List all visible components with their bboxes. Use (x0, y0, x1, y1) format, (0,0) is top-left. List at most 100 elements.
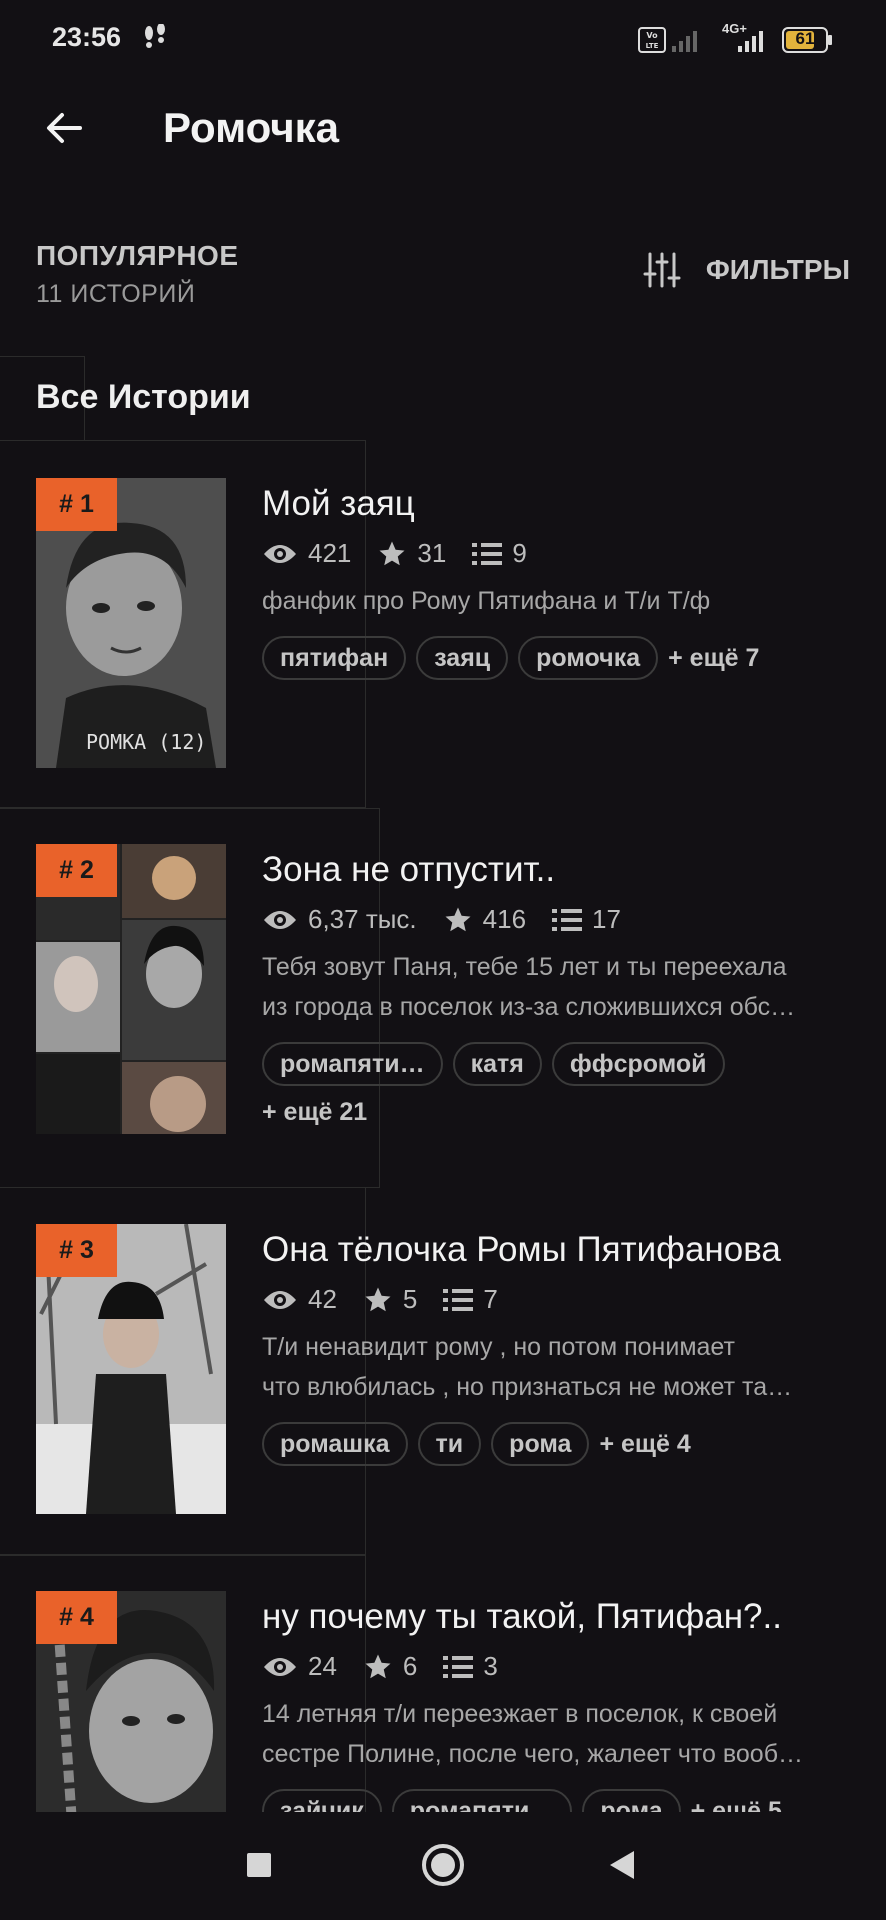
back-triangle-icon[interactable] (598, 1840, 648, 1890)
status-time: 23:56 (52, 22, 122, 52)
home-circle-icon[interactable] (418, 1840, 468, 1890)
system-nav-bar (0, 1812, 886, 1920)
list-title: Все Истории (36, 378, 251, 416)
more-tags-link[interactable]: + ещё 21 (262, 1098, 367, 1127)
more-tags-link[interactable]: + ещё 4 (599, 1430, 690, 1459)
tag-chip[interactable]: ромашка (262, 1422, 408, 1466)
eye-icon (264, 544, 296, 563)
description-line: Тебя зовут Паня, тебе 15 лет и ты переех… (262, 953, 787, 981)
footprints-icon (145, 24, 165, 48)
parts-count: 17 (592, 904, 621, 934)
votes-count: 5 (402, 1284, 418, 1314)
views-count: 6,37 тыс. (308, 904, 417, 934)
page-title: Ромочка (163, 104, 339, 151)
tag-list: зайчик ромапяти… рома + ещё 5 (262, 1789, 782, 1812)
votes-count: 31 (417, 538, 447, 568)
story-title[interactable]: Зона не отпустит.. (262, 850, 555, 890)
list-icon (443, 1288, 474, 1311)
votes-stat: 6 (363, 1651, 417, 1682)
description-line: 14 летняя т/и переезжает в поселок, к св… (262, 1700, 778, 1728)
tag-chip[interactable]: заяц (416, 636, 509, 680)
story-card[interactable]: # 2 Зона не отпустит.. 6,37 тыс. 416 17 … (0, 808, 886, 1188)
tag-chip[interactable]: рома (582, 1789, 681, 1812)
rank-badge: # 4 (36, 1591, 117, 1644)
votes-stat: 31 (377, 538, 446, 569)
story-cover[interactable]: # 2 (36, 844, 226, 1134)
views-count: 421 (308, 538, 352, 568)
story-cover[interactable]: # 4 (36, 1591, 226, 1812)
parts-count: 3 (483, 1651, 498, 1681)
tag-list-overflow: + ещё 21 (262, 1098, 367, 1127)
tag-chip[interactable]: ти (417, 1422, 482, 1466)
story-description: Т/и ненавидит рому , но потом понимает ч… (262, 1327, 852, 1407)
recents-square-icon[interactable] (234, 1840, 284, 1890)
status-bar: 23:56 Vo LTE 4G+ 61 (0, 0, 886, 80)
tag-list: ромашка ти рома + ещё 4 (262, 1422, 691, 1466)
rank-badge: # 3 (36, 1224, 117, 1277)
filters-label: ФИЛЬТРЫ (705, 254, 850, 285)
story-stats: 421 31 9 (262, 538, 553, 569)
filters-button[interactable]: ФИЛЬТРЫ (642, 250, 850, 290)
description-line: сестре Полине, после чего, жалеет что во… (262, 1740, 804, 1768)
rank-badge: # 2 (36, 844, 117, 897)
cover-caption: РОМКА (12) (86, 730, 207, 754)
story-title[interactable]: ну почему ты такой, Пятифан?.. (262, 1597, 782, 1637)
views-count: 42 (308, 1284, 337, 1314)
description-line: Т/и ненавидит рому , но потом понимает (262, 1333, 735, 1361)
votes-stat: 416 (443, 904, 526, 935)
parts-count: 7 (483, 1284, 498, 1314)
story-stats: 6,37 тыс. 416 17 (262, 904, 647, 935)
story-title[interactable]: Она тёлочка Ромы Пятифанова (262, 1230, 781, 1270)
tag-chip[interactable]: ромочка (518, 636, 659, 680)
story-card[interactable]: # 4 ну почему ты такой, Пятифан?.. 24 6 … (0, 1555, 886, 1812)
votes-count: 6 (402, 1651, 418, 1681)
story-description: Тебя зовут Паня, тебе 15 лет и ты переех… (262, 947, 852, 1027)
views-stat: 421 (262, 538, 351, 569)
back-arrow-icon[interactable] (40, 104, 88, 152)
more-tags-link[interactable]: + ещё 7 (668, 644, 759, 673)
votes-count: 416 (482, 904, 527, 934)
views-stat: 42 (262, 1284, 337, 1315)
parts-count: 9 (512, 538, 527, 568)
tag-chip[interactable]: ромапяти… (391, 1789, 573, 1812)
star-icon (365, 1654, 391, 1678)
sliders-icon (643, 252, 681, 288)
tag-list: пятифан заяц ромочка + ещё 7 (262, 636, 759, 680)
signal-icon (672, 31, 697, 52)
story-description: фанфик про Рому Пятифана и Т/и Т/ф (262, 581, 852, 621)
volte-icon: Vo LTE (638, 27, 666, 53)
tag-chip[interactable]: ффсромой (551, 1042, 725, 1086)
story-cover[interactable]: # 3 (36, 1224, 226, 1514)
svg-text:LTE: LTE (646, 42, 659, 50)
story-stats: 24 6 3 (262, 1651, 524, 1682)
section-title: ПОПУЛЯРНОЕ (36, 240, 239, 271)
tag-chip[interactable]: пятифан (262, 636, 407, 680)
signal-icon (738, 31, 763, 52)
description-line: фанфик про Рому Пятифана и Т/и Т/ф (262, 587, 711, 615)
parts-stat: 3 (443, 1651, 498, 1682)
story-stats: 42 5 7 (262, 1284, 524, 1315)
description-line: из города в поселок из-за сложившихся об… (262, 993, 796, 1021)
story-title[interactable]: Мой заяц (262, 484, 415, 524)
tag-chip[interactable]: зайчик (262, 1789, 382, 1812)
story-count: 11 ИСТОРИЙ (36, 280, 196, 308)
story-cover[interactable]: РОМКА (12) # 1 (36, 478, 226, 768)
story-card[interactable]: РОМКА (12) # 1 Мой заяц 421 31 9 фанфик … (0, 440, 886, 808)
more-tags-link[interactable]: + ещё 5 (691, 1797, 782, 1813)
parts-stat: 9 (472, 538, 527, 569)
star-icon (365, 1287, 391, 1311)
star-icon (379, 541, 405, 565)
story-description: 14 летняя т/и переезжает в поселок, к св… (262, 1694, 852, 1774)
eye-icon (264, 1657, 296, 1676)
tag-chip[interactable]: ромапяти… (262, 1042, 443, 1086)
list-icon (552, 908, 583, 931)
list-icon (443, 1655, 474, 1678)
tag-chip[interactable]: катя (452, 1042, 542, 1086)
list-icon (472, 542, 503, 565)
tag-chip[interactable]: рома (491, 1422, 590, 1466)
tag-list: ромапяти… катя ффсромой (262, 1042, 735, 1086)
eye-icon (264, 1290, 296, 1309)
section-header: ПОПУЛЯРНОЕ 11 ИСТОРИЙ (36, 240, 239, 309)
rank-badge: # 1 (36, 478, 117, 531)
story-card[interactable]: # 3 Она тёлочка Ромы Пятифанова 42 5 7 Т… (0, 1188, 886, 1555)
